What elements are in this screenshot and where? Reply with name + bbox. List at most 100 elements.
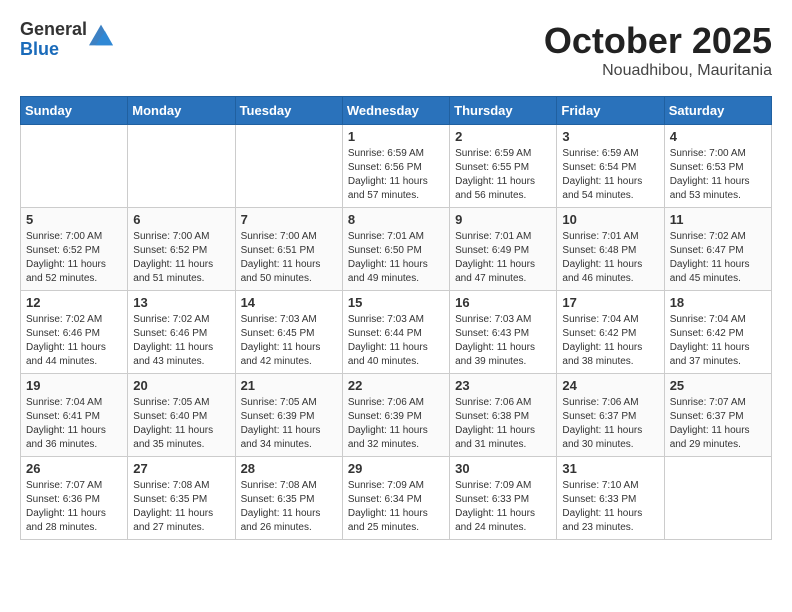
day-info: Sunrise: 6:59 AM Sunset: 6:55 PM Dayligh…	[455, 147, 551, 203]
calendar-cell	[128, 125, 235, 208]
calendar-cell: 14Sunrise: 7:03 AM Sunset: 6:45 PM Dayli…	[235, 291, 342, 374]
day-info: Sunrise: 7:10 AM Sunset: 6:33 PM Dayligh…	[562, 479, 658, 535]
calendar-cell: 25 Sunrise: 7:07 AM Sunset: 6:37 PM Dayli…	[664, 374, 771, 457]
calendar-cell: 3Sunrise: 6:59 AM Sunset: 6:54 PM Daylig…	[557, 125, 664, 208]
calendar-cell: 22Sunrise: 7:06 AM Sunset: 6:39 PM Dayli…	[342, 374, 449, 457]
day-info: Sunrise: 7:00 AM Sunset: 6:53 PM Dayligh…	[670, 147, 766, 203]
logo: General Blue	[20, 20, 113, 60]
calendar-cell: 10 Sunrise: 7:01 AM Sunset: 6:48 PM Dayli…	[557, 208, 664, 291]
day-number: 10	[562, 212, 658, 227]
weekday-header: Tuesday	[235, 97, 342, 125]
calendar-cell: 7 Sunrise: 7:00 AM Sunset: 6:51 PM Daylig…	[235, 208, 342, 291]
day-info: Sunrise: 7:03 AM Sunset: 6:44 PM Dayligh…	[348, 313, 444, 369]
calendar-cell: 27 Sunrise: 7:08 AM Sunset: 6:35 PM Dayli…	[128, 457, 235, 540]
day-info: Sunrise: 7:03 AM Sunset: 6:43 PM Dayligh…	[455, 313, 551, 369]
day-number: 16	[455, 295, 551, 310]
calendar-week-row: 5 Sunrise: 7:00 AM Sunset: 6:52 PM Daylig…	[21, 208, 772, 291]
weekday-header: Sunday	[21, 97, 128, 125]
day-number: 19	[26, 378, 122, 393]
day-info: Sunrise: 7:09 AM Sunset: 6:34 PM Dayligh…	[348, 479, 444, 535]
calendar-week-row: 1Sunrise: 6:59 AM Sunset: 6:56 PM Daylig…	[21, 125, 772, 208]
day-info: Sunrise: 7:06 AM Sunset: 6:39 PM Dayligh…	[348, 396, 444, 452]
calendar-cell: 1Sunrise: 6:59 AM Sunset: 6:56 PM Daylig…	[342, 125, 449, 208]
day-number: 7	[241, 212, 337, 227]
weekday-header: Friday	[557, 97, 664, 125]
weekday-header: Thursday	[450, 97, 557, 125]
day-info: Sunrise: 7:00 AM Sunset: 6:52 PM Dayligh…	[26, 230, 122, 286]
day-info: Sunrise: 7:04 AM Sunset: 6:41 PM Dayligh…	[26, 396, 122, 452]
day-number: 9	[455, 212, 551, 227]
day-number: 21	[241, 378, 337, 393]
day-number: 29	[348, 461, 444, 476]
day-number: 3	[562, 129, 658, 144]
day-info: Sunrise: 7:09 AM Sunset: 6:33 PM Dayligh…	[455, 479, 551, 535]
day-info: Sunrise: 7:07 AM Sunset: 6:36 PM Dayligh…	[26, 479, 122, 535]
calendar-cell	[664, 457, 771, 540]
calendar-cell: 9Sunrise: 7:01 AM Sunset: 6:49 PM Daylig…	[450, 208, 557, 291]
day-number: 18	[670, 295, 766, 310]
day-number: 26	[26, 461, 122, 476]
day-info: Sunrise: 7:05 AM Sunset: 6:40 PM Dayligh…	[133, 396, 229, 452]
logo-general: General	[20, 20, 87, 40]
day-number: 5	[26, 212, 122, 227]
day-number: 6	[133, 212, 229, 227]
day-number: 31	[562, 461, 658, 476]
location: Nouadhibou, Mauritania	[544, 62, 772, 80]
title-section: October 2025 Nouadhibou, Mauritania	[544, 20, 772, 80]
day-info: Sunrise: 7:02 AM Sunset: 6:47 PM Dayligh…	[670, 230, 766, 286]
calendar-week-row: 12 Sunrise: 7:02 AM Sunset: 6:46 PM Dayli…	[21, 291, 772, 374]
calendar-cell: 30Sunrise: 7:09 AM Sunset: 6:33 PM Dayli…	[450, 457, 557, 540]
day-number: 13	[133, 295, 229, 310]
calendar-cell: 8 Sunrise: 7:01 AM Sunset: 6:50 PM Daylig…	[342, 208, 449, 291]
day-number: 2	[455, 129, 551, 144]
month-title: October 2025	[544, 20, 772, 62]
calendar-cell: 21 Sunrise: 7:05 AM Sunset: 6:39 PM Dayli…	[235, 374, 342, 457]
day-info: Sunrise: 7:03 AM Sunset: 6:45 PM Dayligh…	[241, 313, 337, 369]
calendar-cell: 26 Sunrise: 7:07 AM Sunset: 6:36 PM Dayli…	[21, 457, 128, 540]
day-number: 15	[348, 295, 444, 310]
calendar-cell	[235, 125, 342, 208]
calendar-cell: 12 Sunrise: 7:02 AM Sunset: 6:46 PM Dayli…	[21, 291, 128, 374]
calendar-cell: 13 Sunrise: 7:02 AM Sunset: 6:46 PM Dayli…	[128, 291, 235, 374]
logo-icon	[89, 23, 113, 47]
day-info: Sunrise: 7:04 AM Sunset: 6:42 PM Dayligh…	[670, 313, 766, 369]
day-info: Sunrise: 7:00 AM Sunset: 6:51 PM Dayligh…	[241, 230, 337, 286]
calendar-cell: 2 Sunrise: 6:59 AM Sunset: 6:55 PM Daylig…	[450, 125, 557, 208]
calendar-cell: 16 Sunrise: 7:03 AM Sunset: 6:43 PM Dayli…	[450, 291, 557, 374]
calendar-cell: 6Sunrise: 7:00 AM Sunset: 6:52 PM Daylig…	[128, 208, 235, 291]
day-number: 28	[241, 461, 337, 476]
page-header: General Blue October 2025 Nouadhibou, Ma…	[20, 20, 772, 80]
calendar-week-row: 19 Sunrise: 7:04 AM Sunset: 6:41 PM Dayli…	[21, 374, 772, 457]
day-info: Sunrise: 7:07 AM Sunset: 6:37 PM Dayligh…	[670, 396, 766, 452]
calendar-cell: 18 Sunrise: 7:04 AM Sunset: 6:42 PM Dayli…	[664, 291, 771, 374]
day-number: 24	[562, 378, 658, 393]
logo-blue: Blue	[20, 40, 87, 60]
day-number: 12	[26, 295, 122, 310]
day-number: 8	[348, 212, 444, 227]
weekday-header: Monday	[128, 97, 235, 125]
calendar-cell: 11Sunrise: 7:02 AM Sunset: 6:47 PM Dayli…	[664, 208, 771, 291]
weekday-header: Wednesday	[342, 97, 449, 125]
day-info: Sunrise: 7:01 AM Sunset: 6:48 PM Dayligh…	[562, 230, 658, 286]
day-info: Sunrise: 7:02 AM Sunset: 6:46 PM Dayligh…	[133, 313, 229, 369]
calendar-cell: 24 Sunrise: 7:06 AM Sunset: 6:37 PM Dayli…	[557, 374, 664, 457]
day-number: 17	[562, 295, 658, 310]
day-info: Sunrise: 7:05 AM Sunset: 6:39 PM Dayligh…	[241, 396, 337, 452]
calendar-cell: 19 Sunrise: 7:04 AM Sunset: 6:41 PM Dayli…	[21, 374, 128, 457]
calendar-cell: 4Sunrise: 7:00 AM Sunset: 6:53 PM Daylig…	[664, 125, 771, 208]
day-info: Sunrise: 7:04 AM Sunset: 6:42 PM Dayligh…	[562, 313, 658, 369]
calendar-cell: 17 Sunrise: 7:04 AM Sunset: 6:42 PM Dayli…	[557, 291, 664, 374]
day-info: Sunrise: 7:08 AM Sunset: 6:35 PM Dayligh…	[133, 479, 229, 535]
day-info: Sunrise: 7:01 AM Sunset: 6:50 PM Dayligh…	[348, 230, 444, 286]
day-number: 1	[348, 129, 444, 144]
day-number: 27	[133, 461, 229, 476]
weekday-header: Saturday	[664, 97, 771, 125]
day-info: Sunrise: 7:06 AM Sunset: 6:38 PM Dayligh…	[455, 396, 551, 452]
calendar-cell: 31 Sunrise: 7:10 AM Sunset: 6:33 PM Dayli…	[557, 457, 664, 540]
day-info: Sunrise: 7:06 AM Sunset: 6:37 PM Dayligh…	[562, 396, 658, 452]
day-number: 23	[455, 378, 551, 393]
calendar-cell: 29 Sunrise: 7:09 AM Sunset: 6:34 PM Dayli…	[342, 457, 449, 540]
day-number: 25	[670, 378, 766, 393]
calendar-cell: 23 Sunrise: 7:06 AM Sunset: 6:38 PM Dayli…	[450, 374, 557, 457]
day-info: Sunrise: 7:02 AM Sunset: 6:46 PM Dayligh…	[26, 313, 122, 369]
